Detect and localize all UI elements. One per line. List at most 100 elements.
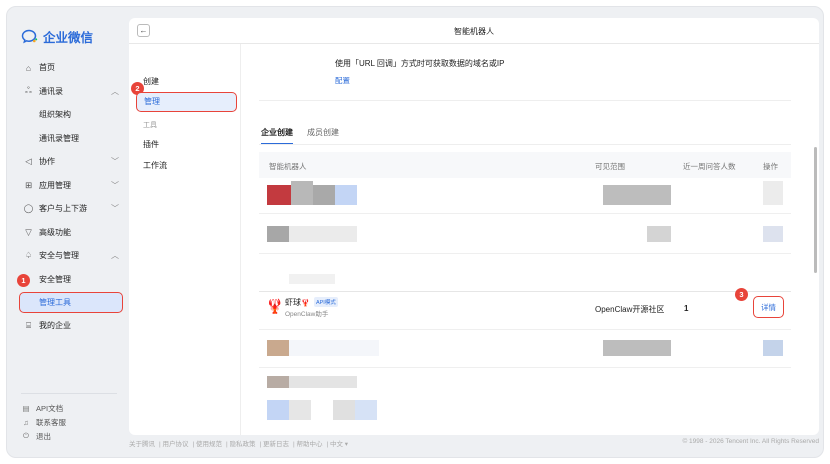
redacted-block xyxy=(267,376,289,388)
footer-link-terms[interactable]: 用户协议 xyxy=(163,441,189,448)
sidebar-item-label: 通讯录管理 xyxy=(39,133,79,143)
collab-icon: ◁ xyxy=(25,156,32,167)
advanced-icon: ▽ xyxy=(25,226,32,237)
sidebar-item-label: 组织架构 xyxy=(39,110,71,120)
support-icon: ♫ xyxy=(23,417,29,427)
footer-link-about[interactable]: 关于腾讯 xyxy=(129,441,155,448)
redacted-block xyxy=(763,340,783,356)
sidebar-item-contacts-manage[interactable]: 通讯录管理 xyxy=(7,127,129,151)
bot-emoji: 🦞 xyxy=(301,300,310,307)
subnav-item-plugin[interactable]: 插件 xyxy=(143,139,159,150)
redacted-block xyxy=(313,185,335,205)
divider xyxy=(259,144,791,145)
chevron-down-icon: ﹀ xyxy=(111,204,119,213)
subnav-item-workflow[interactable]: 工作流 xyxy=(143,160,167,171)
contacts-icon: ஃ xyxy=(25,85,32,96)
footer-link-usage[interactable]: 使用规范 xyxy=(196,441,222,448)
step-badge-1: 1 xyxy=(17,274,30,287)
sidebar-item-label: 安全管理 xyxy=(39,274,71,284)
tab-enterprise-created[interactable]: 企业创建 xyxy=(261,127,293,145)
main-panel: ← 智能机器人 创建 2 管理 工具 插件 工作流 使用「URL 回调」方式时可… xyxy=(129,18,819,435)
divider xyxy=(259,100,791,101)
sidebar-item-apps[interactable]: ⊞ 应用管理 ﹀ xyxy=(7,174,129,198)
tab-member-created[interactable]: 成员创建 xyxy=(307,127,339,145)
sidebar-item-label: 管理工具 xyxy=(39,298,71,307)
sidebar-item-label: 高级功能 xyxy=(39,227,71,237)
sidebar-item-label: 安全与管理 xyxy=(39,251,79,261)
footer-link-changelog[interactable]: 更新日志 xyxy=(263,441,289,448)
sidebar-item-org[interactable]: 组织架构 xyxy=(7,103,129,127)
lobster-avatar-icon: 🦞 xyxy=(266,298,284,314)
table-row-redacted xyxy=(259,330,791,368)
sidebar-item-home[interactable]: ⌂ 首页 xyxy=(7,56,129,80)
support-link[interactable]: ♫ 联系客服 xyxy=(21,415,66,429)
chevron-down-icon: ﹀ xyxy=(111,157,119,166)
page-header: ← 智能机器人 xyxy=(129,18,819,44)
language-select[interactable]: 中文 ▾ xyxy=(330,441,348,448)
table-row-redacted xyxy=(259,178,791,214)
copyright: © 1998 - 2026 Tencent Inc. All Rights Re… xyxy=(682,438,819,445)
sidebar-item-security-management[interactable]: ♤ 安全与管理 ︿ xyxy=(7,244,129,268)
sidebar-item-label: 客户与上下游 xyxy=(39,204,87,214)
sidebar-item-contacts[interactable]: ஃ 通讯录 ︿ xyxy=(7,80,129,104)
table-row-redacted xyxy=(259,398,791,428)
wecom-logo-icon xyxy=(21,29,38,44)
details-button[interactable]: 详情 xyxy=(753,296,784,318)
power-icon: ⏻ xyxy=(23,431,29,440)
column-header-name: 智能机器人 xyxy=(269,162,307,171)
scrollbar[interactable] xyxy=(814,147,817,273)
table-header: 智能机器人 可见范围 近一周问答人数 操作 xyxy=(259,152,791,178)
bot-name: 虾球🦞 API模式 xyxy=(285,297,338,308)
api-mode-tag: API模式 xyxy=(313,297,338,307)
footer-links: 关于腾讯 | 用户协议 | 使用规范 | 隐私政策 | 更新日志 | 帮助中心 | 中文 ▾ xyxy=(129,441,349,448)
bot-table: 智能机器人 可见范围 近一周问答人数 操作 🦞 虾球🦞 API模式 OpenCl… xyxy=(259,152,791,428)
subnav-item-create[interactable]: 创建 xyxy=(143,76,159,87)
logout-link[interactable]: ⏻ 退出 xyxy=(21,429,66,443)
page-title: 智能机器人 xyxy=(454,27,494,36)
doc-icon: ▤ xyxy=(22,403,30,413)
home-icon: ⌂ xyxy=(25,62,32,73)
redacted-block xyxy=(335,185,357,205)
bot-scope: OpenClaw开源社区 xyxy=(595,305,665,314)
bot-count: 1 xyxy=(684,304,689,313)
redacted-block xyxy=(355,400,377,420)
brand[interactable]: 企业微信 xyxy=(21,27,93,46)
redacted-block xyxy=(763,226,783,242)
sidebar-item-advanced[interactable]: ▽ 高级功能 xyxy=(7,221,129,245)
config-link[interactable]: 配置 xyxy=(335,75,350,86)
column-header-count: 近一周问答人数 xyxy=(683,162,736,171)
redacted-block xyxy=(289,376,357,388)
subnav-item-manage[interactable]: 管理 xyxy=(136,92,237,112)
table-row-redacted xyxy=(259,254,791,292)
divider xyxy=(21,393,117,394)
chevron-down-icon: ﹀ xyxy=(111,180,119,190)
sidebar-item-label: 我的企业 xyxy=(39,321,71,331)
redacted-block xyxy=(333,400,355,420)
api-docs-link[interactable]: ▤ API文档 xyxy=(21,401,66,415)
footer-link-help[interactable]: 帮助中心 xyxy=(297,441,323,448)
column-header-scope: 可见范围 xyxy=(595,162,625,171)
redacted-block xyxy=(267,226,289,242)
support-label: 联系客服 xyxy=(36,417,66,427)
footer-link-privacy[interactable]: 隐私政策 xyxy=(230,441,256,448)
callback-description: 使用「URL 回调」方式时可获取数据的域名或IP xyxy=(335,59,505,68)
step-badge-3: 3 xyxy=(735,288,748,301)
sidebar-item-label: 协作 xyxy=(39,157,55,167)
redacted-block xyxy=(289,400,311,420)
sidebar-item-admin-tools[interactable]: 管理工具 xyxy=(19,292,123,313)
redacted-block xyxy=(763,181,783,205)
content-area: 使用「URL 回调」方式时可获取数据的域名或IP 配置 企业创建 成员创建 智能… xyxy=(241,44,819,435)
sidebar-item-label: 通讯录 xyxy=(39,86,63,96)
tabs: 企业创建 成员创建 xyxy=(261,127,339,145)
redacted-block xyxy=(603,185,671,205)
subnav-group-tools: 工具 xyxy=(143,122,157,129)
sidebar-item-my-company[interactable]: ⌸ 我的企业 xyxy=(7,314,129,338)
column-header-action: 操作 xyxy=(763,162,778,171)
sidebar-item-collab[interactable]: ◁ 协作 ﹀ xyxy=(7,150,129,174)
sidebar-nav: ⌂ 首页 ஃ 通讯录 ︿ 组织架构 通讯录管理 ◁ 协作 ﹀ ⊞ 应用管理 ﹀ … xyxy=(7,56,129,338)
table-row-bot[interactable]: 🦞 虾球🦞 API模式 OpenClaw助手 OpenClaw开源社区 1 3 … xyxy=(259,288,791,330)
sidebar-item-customers[interactable]: ◯ 客户与上下游 ﹀ xyxy=(7,197,129,221)
customer-icon: ◯ xyxy=(23,203,34,214)
redacted-block xyxy=(267,185,291,205)
app-window: 企业微信 ⌂ 首页 ஃ 通讯录 ︿ 组织架构 通讯录管理 ◁ 协作 ﹀ ⊞ 应用… xyxy=(6,6,824,458)
